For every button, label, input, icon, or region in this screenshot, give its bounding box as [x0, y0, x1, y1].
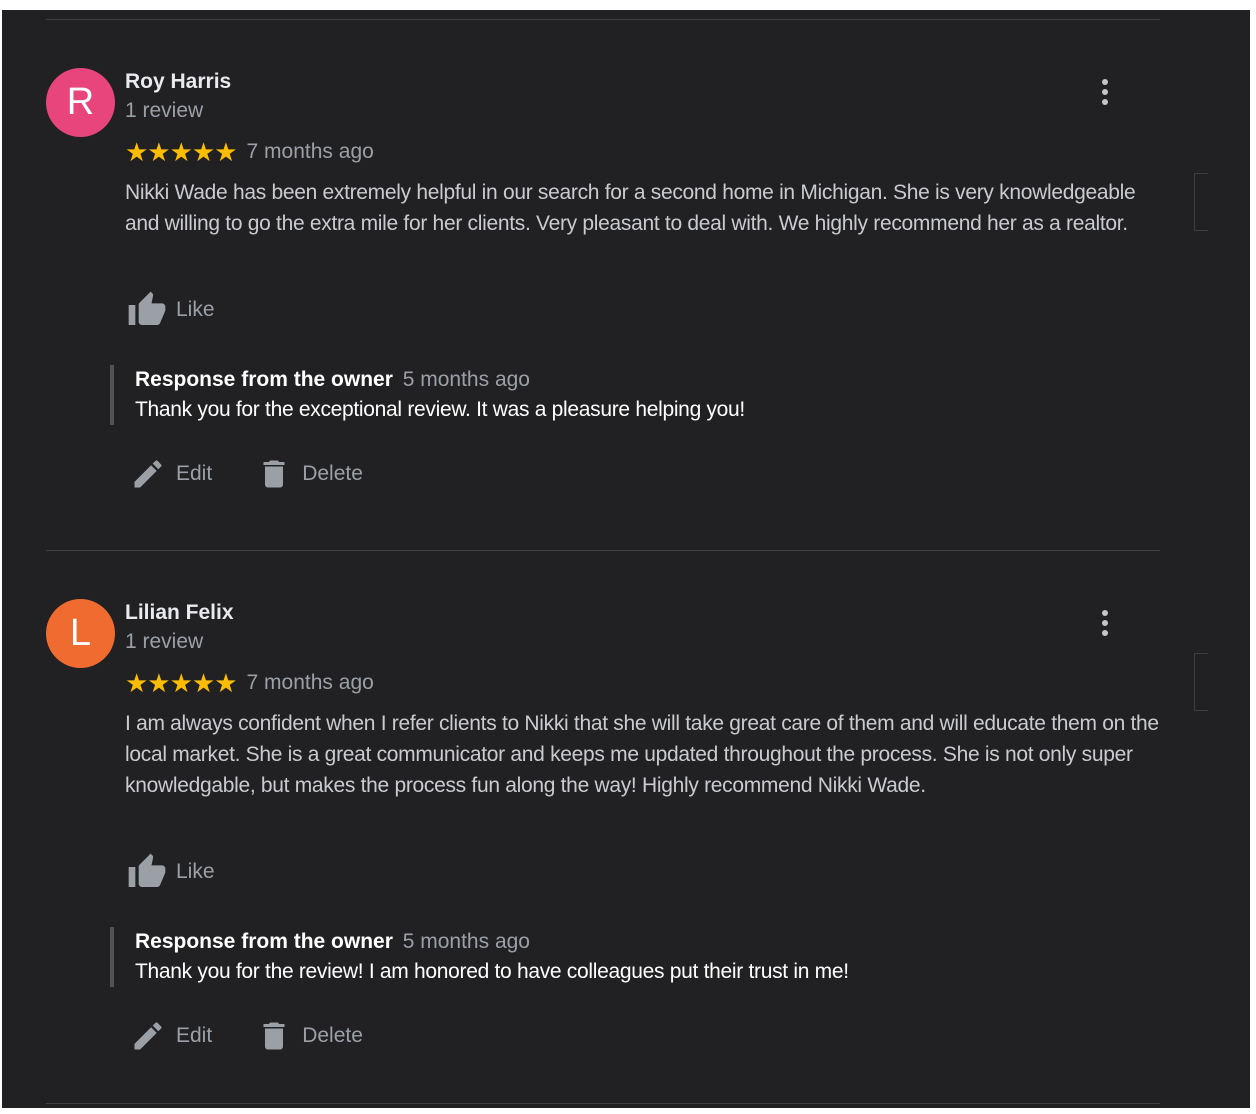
- dot-icon: [1102, 620, 1108, 626]
- owner-response-time: 5 months ago: [402, 368, 530, 391]
- reviewer-review-count: 1 review: [125, 630, 204, 653]
- carousel-edge: [1194, 173, 1208, 231]
- dot-icon: [1102, 79, 1108, 85]
- response-actions: Edit Delete: [130, 454, 407, 494]
- reviewer-name[interactable]: Lilian Felix: [125, 601, 234, 625]
- reviews-panel: R Roy Harris 1 review ★★★★★ 7 months ago…: [2, 10, 1250, 1108]
- reviewer-name[interactable]: Roy Harris: [125, 70, 231, 94]
- rating-row: ★★★★★ 7 months ago: [125, 670, 374, 696]
- trash-icon: [263, 460, 285, 488]
- more-options-button[interactable]: [1092, 607, 1118, 643]
- dot-icon: [1102, 89, 1108, 95]
- owner-response-header: Response from the owner 5 months ago: [135, 365, 1150, 395]
- reviewer-avatar[interactable]: R: [46, 68, 115, 137]
- star-rating: ★★★★★: [125, 137, 238, 167]
- divider: [46, 1103, 1160, 1104]
- reviewer-avatar[interactable]: L: [46, 599, 115, 668]
- review-text: Nikki Wade has been extremely helpful in…: [125, 181, 1136, 235]
- carousel-edge: [1194, 653, 1208, 711]
- like-label: Like: [176, 860, 215, 883]
- rating-row: ★★★★★ 7 months ago: [125, 139, 374, 165]
- edit-label: Edit: [176, 1024, 213, 1047]
- trash-icon: [263, 1022, 285, 1050]
- owner-response-text: Thank you for the review! I am honored t…: [135, 960, 849, 983]
- review-time: 7 months ago: [246, 671, 374, 694]
- review-text: I am always confident when I refer clien…: [125, 712, 1159, 797]
- more-options-button[interactable]: [1092, 76, 1118, 112]
- like-button[interactable]: Like: [126, 290, 215, 330]
- delete-response-button[interactable]: Delete: [256, 456, 363, 492]
- star-rating: ★★★★★: [125, 668, 238, 698]
- thumbs-up-icon: [128, 291, 166, 325]
- owner-response: Response from the owner 5 months ago Tha…: [110, 365, 1150, 425]
- pencil-icon: [134, 1022, 162, 1050]
- dot-icon: [1102, 610, 1108, 616]
- owner-response-header: Response from the owner 5 months ago: [135, 927, 1150, 957]
- thumbs-up-icon: [128, 853, 166, 887]
- like-label: Like: [176, 298, 215, 321]
- owner-response-time: 5 months ago: [402, 930, 530, 953]
- like-button[interactable]: Like: [126, 852, 215, 892]
- pencil-icon: [134, 460, 162, 488]
- review-time: 7 months ago: [246, 140, 374, 163]
- dot-icon: [1102, 99, 1108, 105]
- dot-icon: [1102, 630, 1108, 636]
- owner-response-text: Thank you for the exceptional review. It…: [135, 398, 745, 421]
- edit-response-button[interactable]: Edit: [130, 456, 212, 492]
- edit-response-button[interactable]: Edit: [130, 1018, 212, 1054]
- reviewer-review-count: 1 review: [125, 99, 204, 122]
- edit-label: Edit: [176, 462, 213, 485]
- delete-response-button[interactable]: Delete: [256, 1018, 363, 1054]
- owner-response: Response from the owner 5 months ago Tha…: [110, 927, 1150, 987]
- owner-response-title: Response from the owner: [135, 368, 393, 391]
- delete-label: Delete: [302, 1024, 363, 1047]
- divider: [46, 19, 1160, 20]
- divider: [46, 550, 1160, 551]
- owner-response-title: Response from the owner: [135, 930, 393, 953]
- response-actions: Edit Delete: [130, 1016, 407, 1056]
- delete-label: Delete: [302, 462, 363, 485]
